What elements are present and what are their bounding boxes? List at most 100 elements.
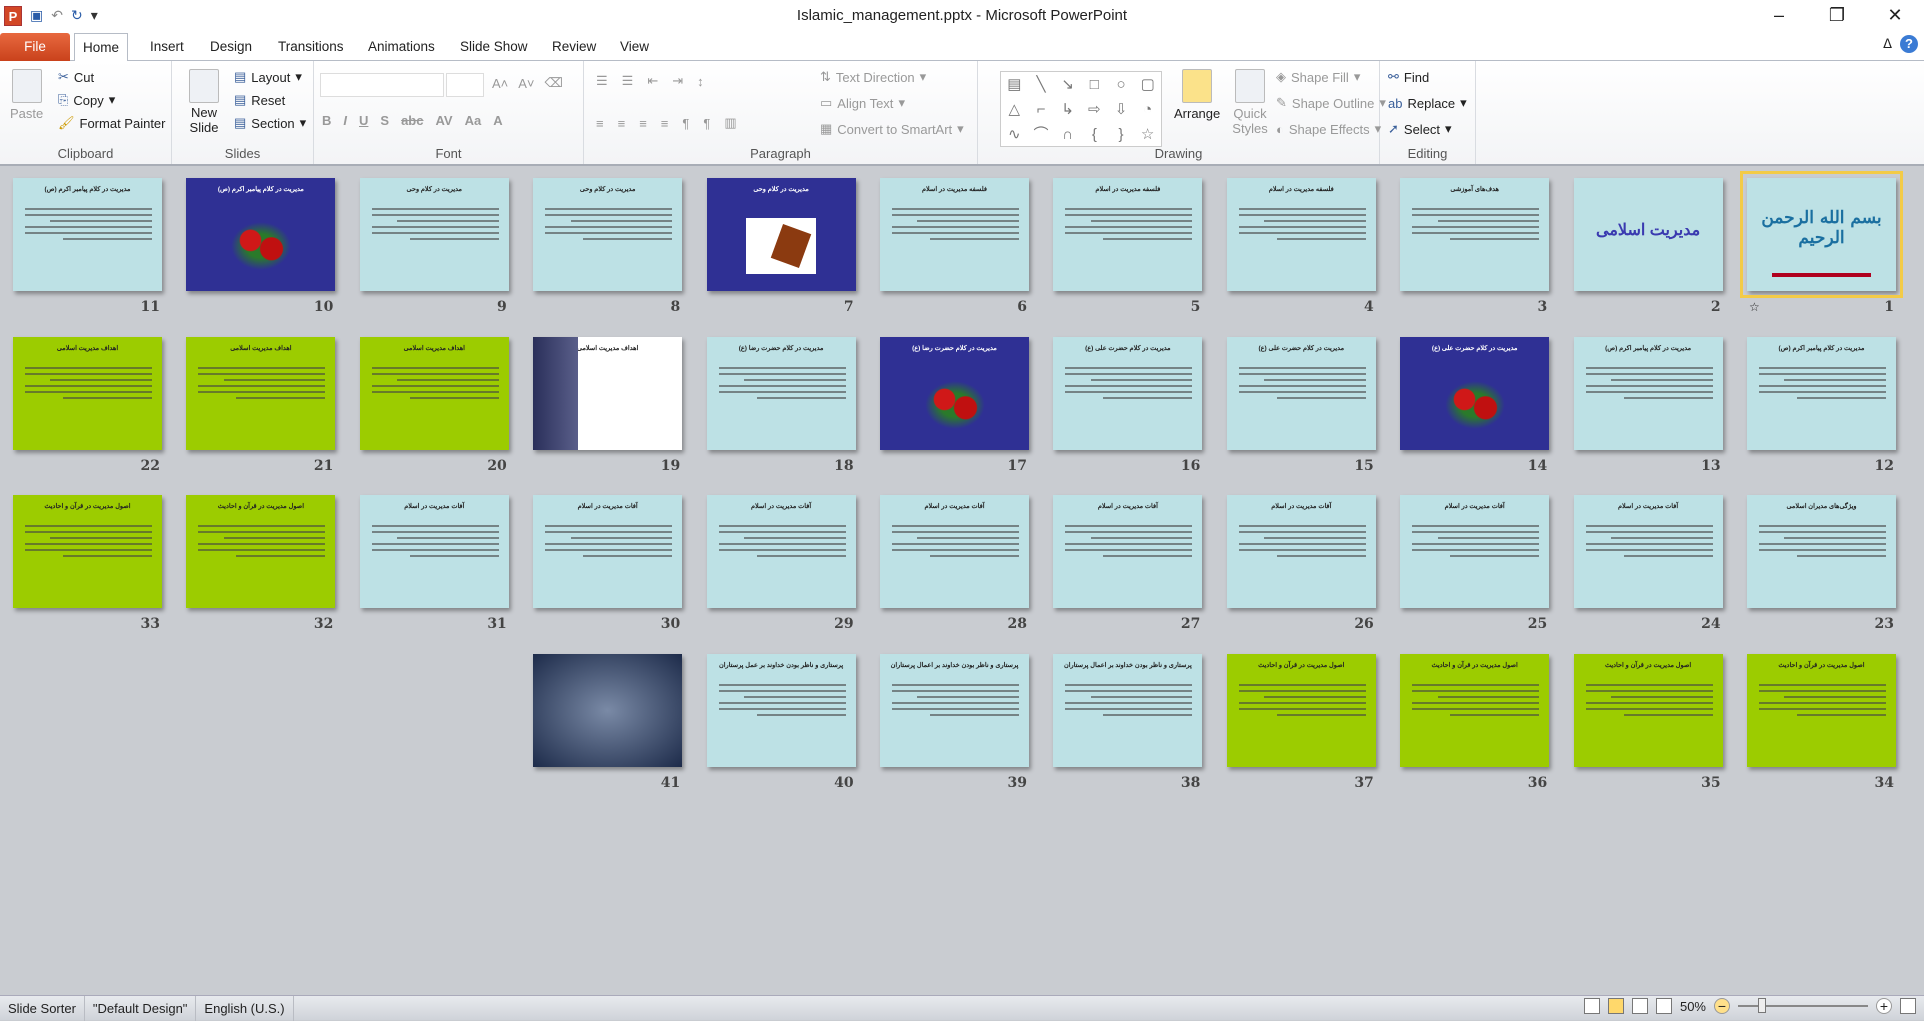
line-shape-icon[interactable]: ╲: [1028, 72, 1055, 97]
customize-qat-icon[interactable]: ▾: [91, 7, 98, 24]
language-status[interactable]: English (U.S.): [196, 995, 294, 1021]
new-slide-button[interactable]: New Slide: [184, 69, 224, 135]
select-button[interactable]: ➚ Select ▾: [1388, 121, 1452, 137]
center-icon[interactable]: ≡: [618, 116, 626, 131]
shape-fill-button[interactable]: ◈ Shape Fill ▾: [1276, 69, 1360, 85]
zoom-slider[interactable]: [1738, 998, 1868, 1013]
right-brace-icon[interactable]: }: [1108, 122, 1135, 147]
slide-thumbnail[interactable]: مدیریت در کلام حضرت رضا (ع): [880, 336, 1029, 450]
slide-thumbnail[interactable]: مدیریت در کلام وحی: [359, 178, 509, 291]
character-spacing-icon[interactable]: AV: [435, 113, 452, 128]
slide-thumbnail[interactable]: اصول مدیریت در قرآن و احادیث: [186, 495, 336, 608]
font-color-icon[interactable]: A: [493, 113, 502, 128]
slide-thumbnail[interactable]: اصول مدیریت در قرآن و احادیث: [13, 495, 162, 608]
slide-thumbnail[interactable]: اهداف مدیریت اسلامی: [359, 336, 509, 450]
slide-thumbnail[interactable]: آفات مدیریت در اسلام: [706, 495, 856, 608]
tab-design[interactable]: Design: [202, 33, 260, 62]
reset-button[interactable]: ▤ Reset: [234, 92, 285, 108]
copy-button[interactable]: ⎘ Copy ▾: [58, 92, 115, 108]
font-name-select[interactable]: [320, 73, 444, 97]
slide-thumbnail[interactable]: فلسفه مدیریت در اسلام: [1053, 178, 1203, 291]
slide-thumbnail[interactable]: مدیریت در کلام حضرت علی (ع): [1053, 336, 1203, 450]
find-button[interactable]: ⚯ Find: [1388, 69, 1429, 85]
clear-formatting-icon[interactable]: ⌫: [545, 75, 563, 91]
slide-show-view-icon[interactable]: [1655, 998, 1672, 1014]
strikethrough-icon[interactable]: abc: [401, 113, 423, 128]
font-size-select[interactable]: [446, 73, 484, 97]
line-spacing-icon[interactable]: ↕: [697, 74, 704, 89]
rectangle-shape-icon[interactable]: □: [1081, 72, 1108, 97]
shapes-gallery[interactable]: ▤ ╲ ↘ □ ○ ▢ △ ⌐ ↳ ⇨ ⇩ ◔ ∿ ⌒ ∩{} ☆: [1000, 71, 1162, 147]
down-arrow-shape-icon[interactable]: ⇩: [1108, 97, 1135, 122]
text-direction-button[interactable]: ⇅ Text Direction ▾: [820, 69, 926, 85]
section-button[interactable]: ▤ Section ▾: [234, 115, 306, 131]
rtl-icon[interactable]: ¶: [703, 116, 710, 131]
zoom-slider-thumb[interactable]: [1758, 998, 1766, 1013]
underline-icon[interactable]: U: [359, 113, 368, 128]
arrange-button[interactable]: Arrange: [1174, 69, 1220, 121]
shape-icon[interactable]: ◔: [1134, 97, 1161, 122]
help-icon[interactable]: ?: [1900, 35, 1918, 53]
fit-to-window-icon[interactable]: [1900, 998, 1916, 1014]
quick-styles-button[interactable]: Quick Styles: [1228, 69, 1272, 136]
slide-thumbnail[interactable]: مدیریت در کلام وحی: [533, 178, 683, 291]
cut-button[interactable]: ✂ Cut: [58, 69, 94, 85]
align-text-button[interactable]: ▭ Align Text ▾: [820, 95, 905, 111]
slide-thumbnail[interactable]: ویژگی‌های مدیران اسلامی: [1747, 495, 1896, 608]
elbow-connector-icon[interactable]: ⌐: [1028, 97, 1055, 122]
tab-file[interactable]: File: [0, 33, 70, 62]
save-icon[interactable]: ▣: [30, 7, 43, 24]
format-painter-button[interactable]: 🖌 Format Painter: [58, 115, 166, 131]
slide-thumbnail[interactable]: مدیریت در کلام وحی: [706, 178, 856, 291]
close-button[interactable]: ✕: [1866, 0, 1924, 31]
slide-thumbnail[interactable]: اصول مدیریت در قرآن و احادیث: [1747, 653, 1896, 767]
slide-thumbnail[interactable]: پرستاری و ناظر بودن خداوند بر اعمال پرست…: [1053, 653, 1203, 767]
slide-thumbnail[interactable]: پرستاری و ناظر بودن خداوند بر اعمال پرست…: [880, 653, 1029, 767]
minimize-ribbon-icon[interactable]: ᐃ: [1883, 36, 1892, 52]
slide-thumbnail[interactable]: فلسفه مدیریت در اسلام: [880, 178, 1029, 291]
paste-button[interactable]: Paste: [10, 69, 43, 121]
slide-thumbnail[interactable]: اصول مدیریت در قرآن و احادیث: [1573, 653, 1723, 767]
star-shape-icon[interactable]: ☆: [1134, 122, 1161, 147]
undo-icon[interactable]: ↶: [51, 7, 63, 24]
grow-font-icon[interactable]: A˄: [492, 76, 508, 91]
left-brace-icon[interactable]: {: [1081, 122, 1108, 147]
numbering-icon[interactable]: ☰: [622, 73, 634, 89]
zoom-in-icon[interactable]: +: [1876, 998, 1892, 1014]
slide-thumbnail[interactable]: اهداف مدیریت اسلامی: [13, 336, 162, 450]
shape-effects-button[interactable]: ◐ Shape Effects ▾: [1276, 121, 1381, 137]
slide-thumbnail[interactable]: اصول مدیریت در قرآن و احادیث: [1400, 653, 1550, 767]
normal-view-icon[interactable]: [1583, 998, 1600, 1014]
decrease-indent-icon[interactable]: ⇤: [647, 73, 658, 89]
elbow-arrow-icon[interactable]: ↳: [1054, 97, 1081, 122]
tab-review[interactable]: Review: [544, 33, 604, 62]
italic-icon[interactable]: I: [343, 113, 347, 128]
align-left-icon[interactable]: ≡: [596, 116, 604, 131]
restore-button[interactable]: ❐: [1808, 0, 1866, 31]
theme-status[interactable]: "Default Design": [85, 995, 197, 1021]
change-case-icon[interactable]: Aa: [465, 113, 482, 128]
tab-slide-show[interactable]: Slide Show: [452, 33, 536, 62]
shrink-font-icon[interactable]: A˅: [518, 76, 534, 91]
slide-sorter-view-icon[interactable]: [1607, 998, 1624, 1014]
slide-thumbnail[interactable]: آفات مدیریت در اسلام: [1226, 495, 1376, 608]
slide-thumbnail[interactable]: مدیریت در کلام حضرت رضا (ع): [706, 336, 856, 450]
slide-thumbnail[interactable]: آفات مدیریت در اسلام: [359, 495, 509, 608]
slide-thumbnail[interactable]: مدیریت در کلام حضرت علی (ع): [1226, 336, 1376, 450]
curve-icon[interactable]: ∩: [1054, 122, 1081, 147]
minimize-button[interactable]: –: [1750, 0, 1808, 31]
slide-thumbnail[interactable]: آفات مدیریت در اسلام: [880, 495, 1029, 608]
slide-thumbnail[interactable]: فلسفه مدیریت در اسلام: [1226, 178, 1376, 291]
tab-transitions[interactable]: Transitions: [270, 33, 352, 62]
slide-thumbnail[interactable]: اهداف مدیریت اسلامی: [186, 336, 336, 450]
slide-thumbnail[interactable]: مدیریت در کلام پیامبر اکرم (ص): [186, 178, 336, 291]
slide-thumbnail[interactable]: پرستاری و ناظر بودن خداوند بر عمل پرستار…: [706, 653, 856, 767]
textbox-shape-icon[interactable]: ▤: [1001, 72, 1028, 97]
arc-icon[interactable]: ⌒: [1028, 122, 1055, 147]
bold-icon[interactable]: B: [322, 113, 331, 128]
powerpoint-logo-icon[interactable]: P: [4, 5, 22, 26]
slide-thumbnail[interactable]: مدیریت در کلام حضرت علی (ع): [1400, 336, 1550, 450]
shape-outline-button[interactable]: ✎ Shape Outline ▾: [1276, 95, 1386, 111]
slide-thumbnail[interactable]: آفات مدیریت در اسلام: [1573, 495, 1723, 608]
tab-view[interactable]: View: [612, 33, 657, 62]
